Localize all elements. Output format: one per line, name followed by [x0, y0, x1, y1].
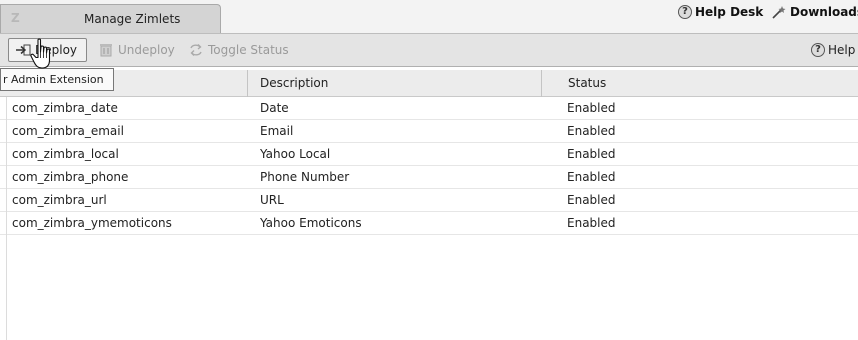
tab-title: Manage Zimlets [84, 12, 181, 26]
cell-status: Enabled [567, 147, 616, 161]
column-header-description[interactable]: Description [248, 70, 542, 97]
downloads-link[interactable]: Downloads [771, 5, 858, 19]
cell-name: com_zimbra_email [12, 124, 124, 138]
help-icon: ? [811, 43, 825, 57]
help-desk-link[interactable]: ? Help Desk [678, 5, 763, 19]
cell-description: Yahoo Local [260, 147, 331, 161]
help-icon: ? [678, 5, 692, 19]
cell-name: com_zimbra_local [12, 147, 119, 161]
cell-name: com_zimbra_ymemoticons [12, 216, 172, 230]
hand-cursor-icon [30, 38, 51, 69]
cell-name: com_zimbra_phone [12, 170, 129, 184]
table-row[interactable]: com_zimbra_ymemoticons Yahoo Emoticons E… [0, 212, 858, 235]
cell-status: Enabled [567, 170, 616, 184]
top-bar: Z Manage Zimlets ? Help Desk Downloads [0, 0, 858, 33]
cell-status: Enabled [567, 124, 616, 138]
cell-name: com_zimbra_url [12, 193, 107, 207]
tab-manage-zimlets[interactable]: Z Manage Zimlets [0, 4, 221, 33]
table-row[interactable]: com_zimbra_phone Phone Number Enabled [0, 166, 858, 189]
table-row[interactable]: com_zimbra_local Yahoo Local Enabled [0, 143, 858, 166]
table-row[interactable]: com_zimbra_date Date Enabled [0, 97, 858, 120]
toggle-status-label: Toggle Status [208, 43, 289, 57]
toolbar: Deploy Undeploy Toggle Status ? Help [0, 33, 858, 67]
undeploy-icon [100, 44, 112, 57]
column-header-status[interactable]: Status [542, 70, 858, 97]
downloads-label: Downloads [790, 5, 858, 19]
cell-status: Enabled [567, 193, 616, 207]
zimbra-logo-icon: Z [11, 11, 20, 25]
cell-name: com_zimbra_date [12, 101, 118, 115]
cell-status: Enabled [567, 216, 616, 230]
cell-status: Enabled [567, 101, 616, 115]
panel-border [6, 97, 7, 340]
cell-description: Email [260, 124, 294, 138]
toggle-status-button[interactable]: Toggle Status [188, 38, 289, 62]
deploy-arrow-icon [16, 44, 31, 56]
toolbar-help-button[interactable]: ? Help [811, 43, 855, 57]
table-header: Name Description Status [0, 70, 858, 97]
cell-description: URL [260, 193, 284, 207]
undeploy-button[interactable]: Undeploy [98, 38, 175, 62]
cell-description: Phone Number [260, 170, 350, 184]
help-desk-label: Help Desk [695, 5, 764, 19]
wand-icon [772, 6, 786, 19]
toggle-status-icon [190, 44, 202, 56]
undeploy-label: Undeploy [118, 43, 175, 57]
table-row[interactable]: com_zimbra_url URL Enabled [0, 189, 858, 212]
table-row[interactable]: com_zimbra_email Email Enabled [0, 120, 858, 143]
cell-description: Date [260, 101, 289, 115]
zimlet-table-body: com_zimbra_date Date Enabled com_zimbra_… [0, 97, 858, 235]
toolbar-help-label: Help [828, 43, 856, 57]
cell-description: Yahoo Emoticons [260, 216, 362, 230]
